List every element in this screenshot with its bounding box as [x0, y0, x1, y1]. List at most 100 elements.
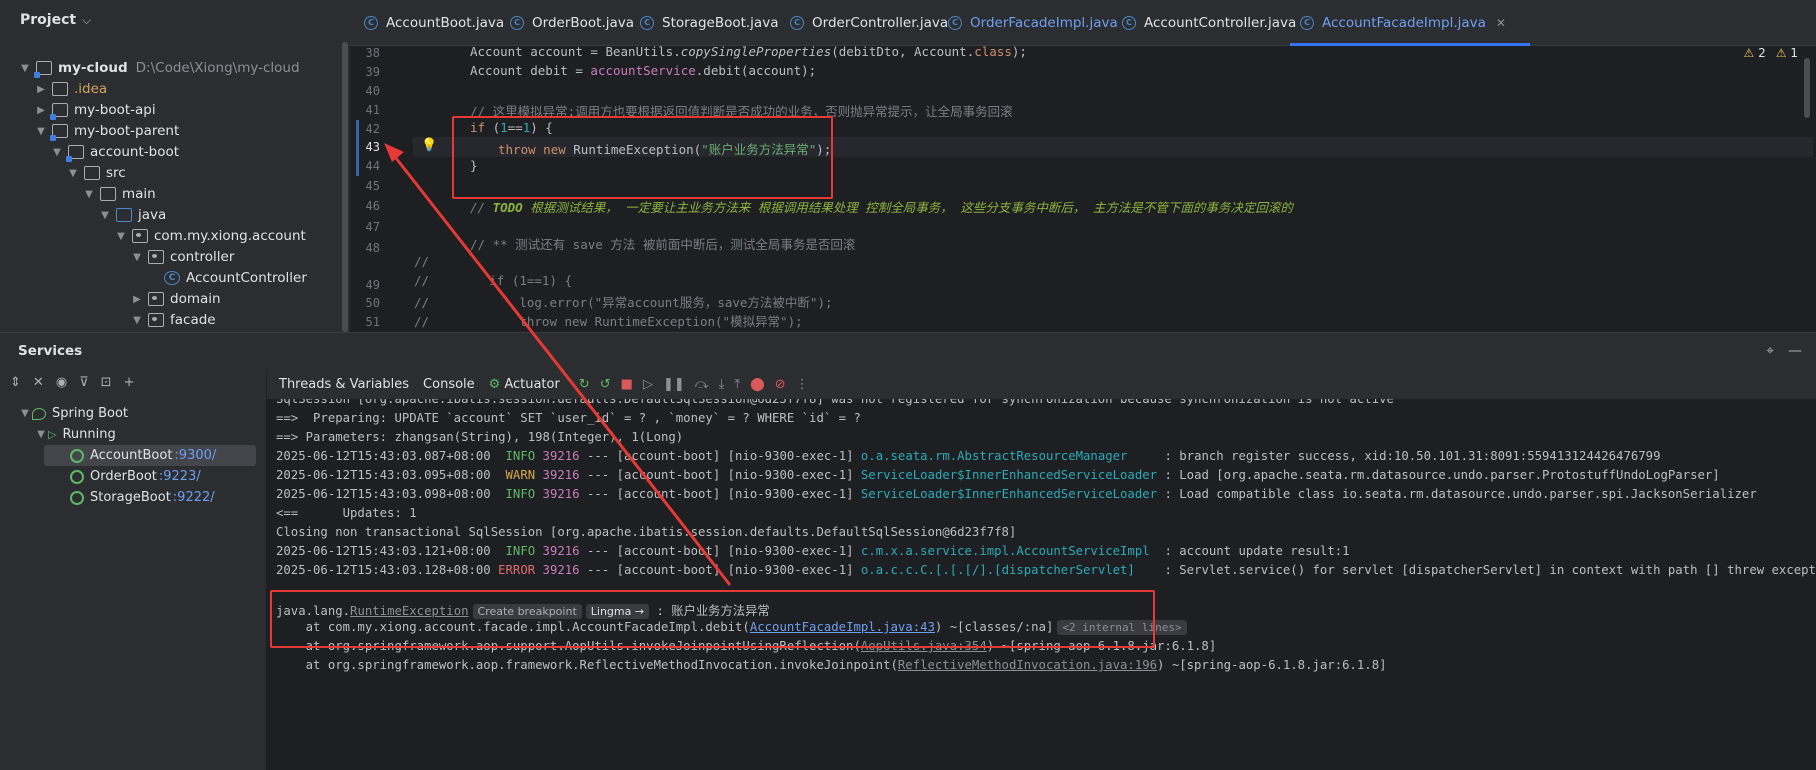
tree-item-running[interactable]: ▼ ▷ Running	[0, 424, 260, 445]
lightbulb-icon[interactable]: 💡	[421, 138, 437, 153]
tab-account-boot[interactable]: C AccountBoot.java	[364, 0, 504, 46]
class-icon: C	[164, 271, 180, 285]
add-icon[interactable]: +	[124, 375, 135, 390]
tree-item-label: java	[138, 207, 167, 223]
mute-breakpoints-icon[interactable]: ⊘	[775, 377, 786, 392]
line-number: 47	[365, 220, 380, 234]
tab-account-facade-impl[interactable]: C AccountFacadeImpl.java ✕	[1290, 0, 1530, 46]
tab-actuator[interactable]: ⚙ Actuator	[489, 377, 560, 392]
filter-icon[interactable]: ⊽	[79, 375, 89, 390]
line-number: 50	[365, 296, 380, 310]
service-account-boot[interactable]: AccountBoot:9300/	[44, 445, 256, 466]
services-title: Services	[18, 343, 83, 359]
chevron-right-icon[interactable]: ▶	[34, 105, 48, 116]
class-icon: C	[1300, 16, 1314, 30]
spring-app-icon	[70, 448, 84, 463]
package-icon	[132, 229, 148, 243]
pause-icon[interactable]: ❚❚	[663, 377, 685, 392]
project-scrollbar[interactable]	[342, 42, 348, 332]
log-line: 2025-06-12T15:43:03.087+08:00 INFO 39216…	[276, 449, 1661, 463]
run-icon: ▷	[48, 428, 57, 441]
close-icon[interactable]: ✕	[1496, 16, 1506, 30]
tab-order-boot[interactable]: C OrderBoot.java	[510, 0, 634, 46]
code-line-46: // TODO 根据测试结果， 一定要让主业务方法来 根据调用结果处理 控制全局…	[470, 200, 1293, 215]
crosshair-icon[interactable]: ⌖	[1766, 343, 1774, 359]
tree-item-label: my-cloud	[58, 60, 128, 76]
chevron-right-icon[interactable]: ▶	[34, 84, 48, 95]
tab-label: AccountFacadeImpl.java	[1322, 15, 1486, 31]
chevron-down-icon[interactable]: ▼	[50, 147, 64, 158]
service-order-boot[interactable]: OrderBoot:9223/	[44, 466, 256, 487]
port-link[interactable]: :9222/	[173, 490, 215, 505]
warning-icon: ⚠	[1775, 46, 1787, 60]
code-line-48: // ** 测试还有 save 方法 被前面中断后，测试全局事务是否回滚	[470, 237, 856, 252]
module-folder-icon	[66, 145, 84, 162]
chevron-down-icon[interactable]: ▼	[18, 408, 32, 419]
view-breakpoints-icon[interactable]: ⬤	[750, 377, 765, 392]
tab-label: AccountController.java	[1144, 15, 1297, 31]
chevron-right-icon[interactable]: ▶	[130, 294, 144, 305]
chevron-down-icon[interactable]: ▼	[18, 63, 32, 74]
tree-item-label: .idea	[74, 81, 108, 97]
tab-threads-variables[interactable]: Threads & Variables	[279, 377, 409, 392]
chevron-down-icon[interactable]: ▼	[130, 252, 144, 263]
service-storage-boot[interactable]: StorageBoot:9222/	[44, 487, 256, 508]
more-icon[interactable]: ⋮	[796, 377, 809, 392]
chevron-down-icon[interactable]: ▼	[82, 189, 96, 200]
tree-item-spring-boot[interactable]: ▼ Spring Boot	[0, 403, 260, 424]
tree-item-label: com.my.xiong.account	[154, 228, 306, 244]
class-icon: C	[790, 16, 804, 30]
tab-console[interactable]: Console	[423, 377, 475, 392]
spring-boot-icon	[32, 407, 46, 420]
chevron-down-icon[interactable]: ▼	[66, 168, 80, 179]
tree-item-label: my-boot-parent	[74, 123, 180, 139]
tab-label: OrderFacadeImpl.java	[970, 15, 1118, 31]
chevron-down-icon[interactable]: ▼	[130, 315, 144, 326]
step-out-icon[interactable]: ⤒	[734, 377, 740, 392]
line-number: 51	[365, 315, 380, 329]
source-link[interactable]: ReflectiveMethodInvocation.java:196	[898, 658, 1157, 672]
vcs-change-marker[interactable]	[356, 120, 359, 176]
module-folder-icon	[50, 124, 68, 141]
port-link[interactable]: :9300/	[174, 448, 216, 463]
minimize-icon[interactable]: —	[1788, 343, 1802, 359]
line-number: 46	[365, 199, 380, 213]
tab-storage-boot[interactable]: C StorageBoot.java	[640, 0, 778, 46]
tab-order-controller[interactable]: C OrderController.java	[790, 0, 948, 46]
code-line-38: Account account = BeanUtils.copySinglePr…	[470, 44, 1027, 59]
step-over-icon[interactable]: ⤼	[695, 377, 709, 392]
line-number: 44	[365, 159, 380, 173]
tree-item-label: Running	[62, 427, 116, 442]
tab-account-controller[interactable]: C AccountController.java	[1122, 0, 1296, 46]
line-number: 40	[365, 84, 380, 98]
update-icon[interactable]: ↺	[600, 377, 611, 392]
port-link[interactable]: :9223/	[159, 469, 201, 484]
folder-icon	[100, 187, 116, 201]
chevron-down-icon[interactable]: ▼	[34, 429, 48, 440]
code-line-39: Account debit = accountService.debit(acc…	[470, 63, 817, 78]
editor-scrollbar[interactable]	[1804, 48, 1810, 328]
app-name: StorageBoot	[90, 490, 171, 505]
chevron-down-icon[interactable]: ▼	[114, 231, 128, 242]
expand-all-icon[interactable]: ⇕	[10, 375, 21, 390]
new-tab-icon[interactable]: ⊡	[101, 375, 112, 390]
inspection-widget[interactable]: ⚠ 2 ⚠ 1	[1744, 46, 1798, 60]
tree-item-label: my-boot-api	[74, 102, 156, 118]
stop-icon[interactable]: ■	[621, 377, 633, 392]
project-view-selector[interactable]: Project ⌵	[0, 0, 408, 40]
eye-icon[interactable]: ◉	[56, 375, 67, 390]
rerun-icon[interactable]: ↻	[579, 377, 590, 392]
tree-item-label: main	[122, 186, 156, 202]
services-actions: ⌖ —	[1766, 343, 1802, 359]
resume-icon[interactable]: ▷	[643, 377, 653, 392]
app-name: OrderBoot	[90, 469, 157, 484]
collapse-all-icon[interactable]: ✕	[33, 375, 44, 390]
console-output[interactable]: SqlSession [org.apache.ibatis.session.de…	[267, 399, 1816, 770]
code-line-50: // log.error("异常account服务，save方法被中断");	[414, 295, 833, 310]
run-toolbar: Threads & Variables Console ⚙ Actuator ↻ …	[267, 369, 1816, 399]
chevron-down-icon[interactable]: ▼	[98, 210, 112, 221]
chevron-down-icon[interactable]: ▼	[34, 126, 48, 137]
line-number: 48	[365, 241, 380, 255]
tab-order-facade-impl[interactable]: C OrderFacadeImpl.java	[948, 0, 1118, 46]
step-into-icon[interactable]: ⤓	[719, 377, 725, 392]
